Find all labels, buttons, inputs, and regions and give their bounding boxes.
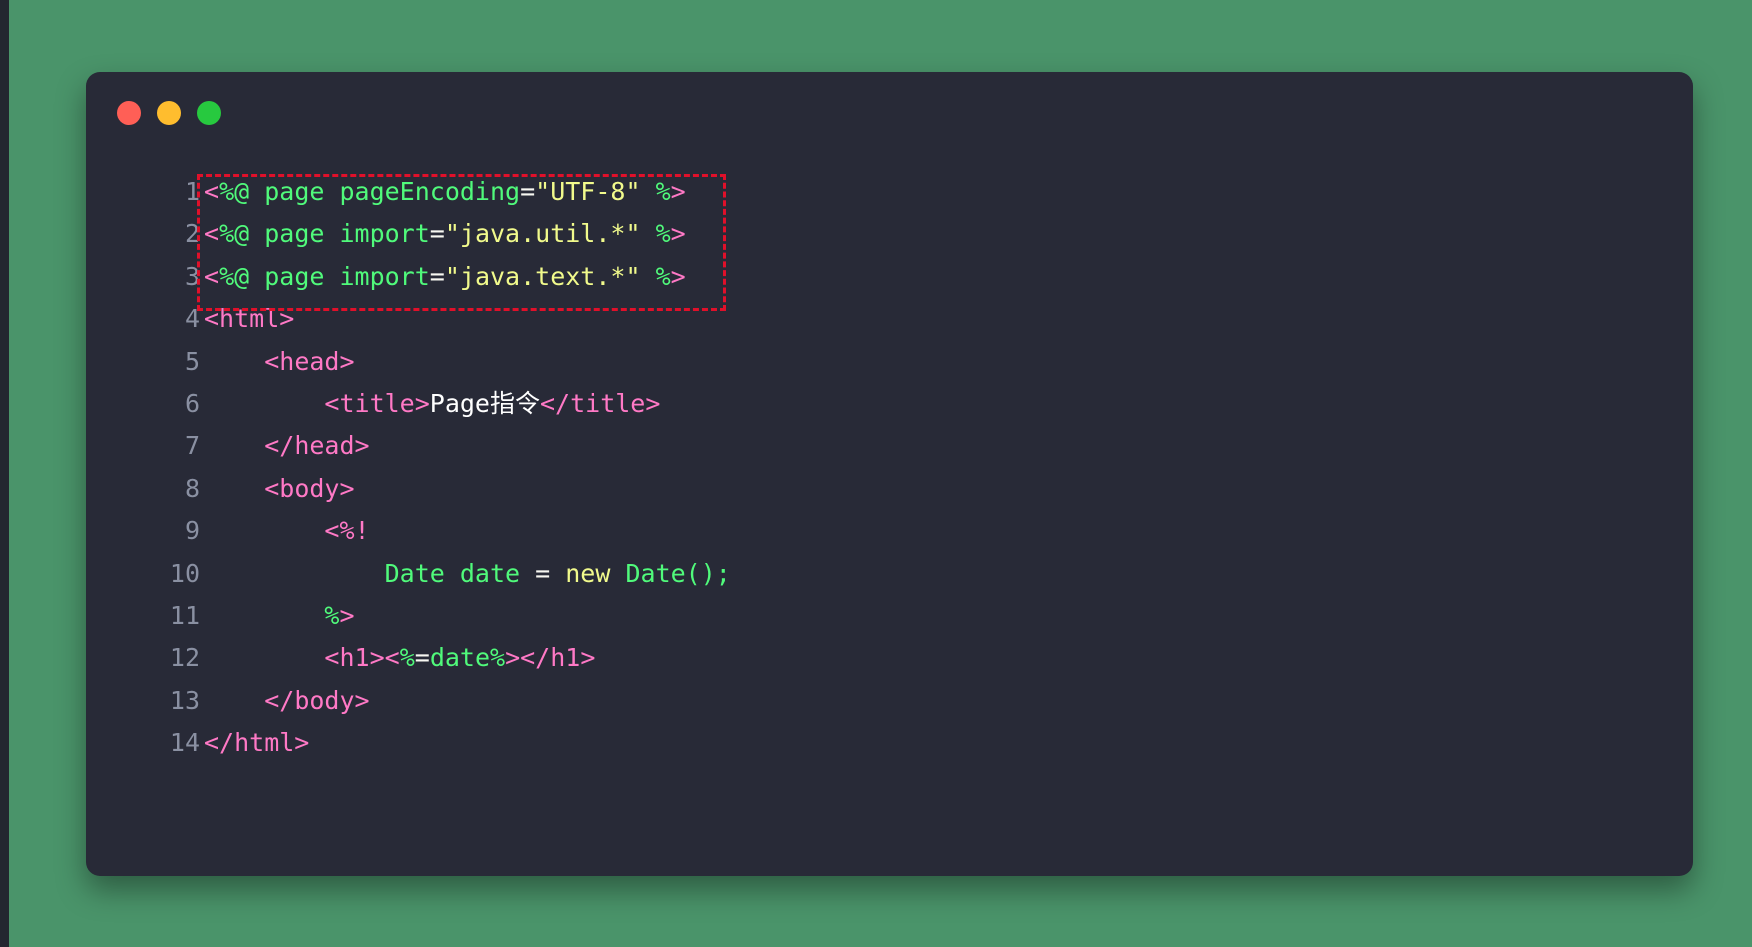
line-number: 6 — [184, 389, 200, 418]
code-text: <body> — [204, 469, 355, 509]
line-number: 8 — [184, 473, 200, 503]
code-token: %@ page pageEncoding — [219, 177, 521, 206]
code-token: "java.util.*" — [444, 219, 641, 249]
code-token: <title> — [324, 389, 430, 418]
line-number: 4 — [184, 304, 200, 334]
code-token: Date(); — [625, 558, 731, 588]
code-window: 1 <%@ page pageEncoding="UTF-8" %> 2 <%@ pa… — [86, 72, 1693, 876]
code-line: 9 <%! — [86, 511, 1693, 551]
code-token: % — [655, 219, 671, 249]
line-number: 14 — [169, 728, 200, 758]
code-token: </head> — [264, 431, 370, 461]
code-token: > — [339, 601, 355, 630]
code-token: </html> — [204, 728, 310, 758]
code-text: </body> — [204, 681, 370, 721]
code-token: <h1>< — [324, 643, 400, 673]
code-line: 2 <%@ page import="java.util.*" %> — [86, 214, 1693, 254]
code-token: < — [204, 261, 220, 291]
line-number: 9 — [184, 516, 200, 546]
code-token: %@ page import — [219, 261, 430, 291]
line-number: 12 — [169, 643, 200, 673]
close-dot-icon[interactable] — [117, 101, 141, 125]
code-text: <html> — [204, 299, 294, 339]
left-edge-strip — [0, 0, 9, 947]
code-line: 10 Date date = new Date(); — [86, 554, 1693, 594]
code-text: Date date = new Date(); — [204, 554, 731, 594]
code-token: <body> — [264, 473, 355, 503]
code-text: %> — [204, 596, 355, 636]
code-text: </html> — [204, 723, 309, 763]
line-number: 1 — [184, 177, 200, 206]
code-line: 8 <body> — [86, 469, 1693, 509]
code-token: Page指令 — [429, 389, 540, 418]
code-token: "java.text.*" — [444, 261, 641, 291]
code-token: date% — [429, 643, 506, 673]
code-token: % — [655, 177, 671, 206]
code-line: 4 <html> — [86, 299, 1693, 339]
code-token: <%! — [324, 516, 370, 546]
code-token: = — [414, 643, 430, 673]
code-text: <%@ page pageEncoding="UTF-8" %> — [204, 172, 686, 212]
code-token: > — [670, 219, 686, 249]
code-token: "UTF-8" — [535, 177, 641, 206]
code-token: <head> — [264, 346, 355, 376]
line-number: 13 — [169, 685, 200, 715]
code-line: 6 <title>Page指令</title> — [86, 384, 1693, 424]
code-text: <h1><%=date%></h1> — [204, 638, 595, 678]
code-text: <%@ page import="java.text.*" %> — [204, 257, 686, 297]
line-number: 3 — [184, 261, 200, 291]
code-token: = — [520, 177, 536, 206]
code-line: 13 </body> — [86, 681, 1693, 721]
minimize-dot-icon[interactable] — [157, 101, 181, 125]
code-token: > — [670, 261, 686, 291]
code-line: 5 <head> — [86, 342, 1693, 382]
line-number: 7 — [184, 431, 200, 461]
code-token: Date date — [384, 558, 536, 588]
code-line: 14 </html> — [86, 723, 1693, 763]
code-token: = — [429, 261, 445, 291]
code-token: = — [429, 219, 445, 249]
code-token: %@ page import — [219, 219, 430, 249]
line-number: 5 — [184, 346, 200, 376]
code-token: < — [204, 177, 220, 206]
code-text: <head> — [204, 342, 355, 382]
code-token: <html> — [204, 304, 295, 334]
code-token: > — [670, 177, 686, 206]
code-token: % — [399, 643, 415, 673]
code-text: </head> — [204, 426, 370, 466]
code-text: <%! — [204, 511, 370, 551]
code-token: = — [535, 558, 551, 588]
code-line: 3 <%@ page import="java.text.*" %> — [86, 257, 1693, 297]
code-token: < — [204, 219, 220, 249]
code-line: 1 <%@ page pageEncoding="UTF-8" %> — [86, 172, 1693, 212]
code-token: ></h1> — [505, 643, 596, 673]
line-number: 10 — [169, 558, 200, 588]
code-token: new — [550, 558, 626, 588]
code-line: 7 </head> — [86, 426, 1693, 466]
line-number: 2 — [184, 219, 200, 249]
line-number: 11 — [169, 601, 200, 630]
code-line: 11 %> — [86, 596, 1693, 636]
code-line: 12 <h1><%=date%></h1> — [86, 638, 1693, 678]
code-token: </title> — [540, 389, 661, 418]
code-token: </body> — [264, 685, 370, 715]
code-token: % — [655, 261, 671, 291]
code-text: <%@ page import="java.util.*" %> — [204, 214, 686, 254]
code-token: % — [324, 601, 340, 630]
maximize-dot-icon[interactable] — [197, 101, 221, 125]
code-text: <title>Page指令</title> — [204, 384, 660, 424]
